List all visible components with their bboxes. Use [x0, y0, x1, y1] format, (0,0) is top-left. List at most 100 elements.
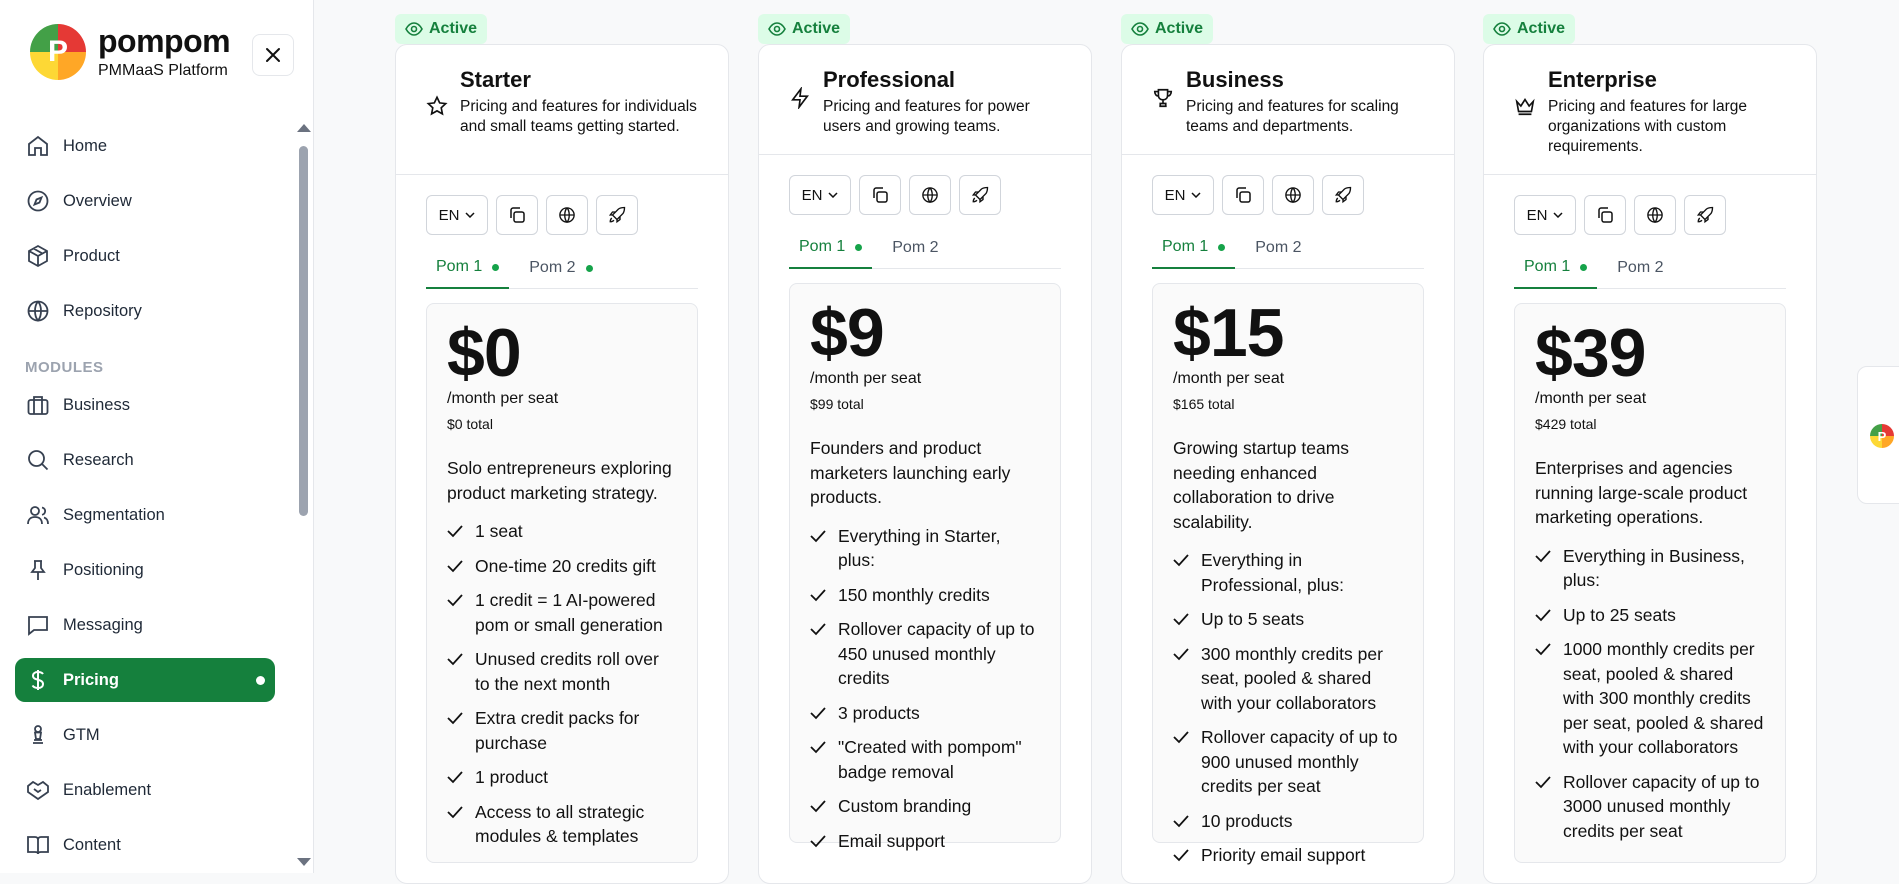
copy-button[interactable]: [496, 195, 538, 235]
feature-item: Up to 25 seats: [1535, 603, 1765, 628]
check-icon: [447, 771, 463, 784]
feature-item: Access to all strategic modules & templa…: [447, 800, 677, 849]
check-icon: [810, 800, 826, 813]
sidebar-scrollbar-thumb[interactable]: [299, 146, 308, 516]
price-total: $0 total: [447, 416, 493, 432]
launch-button[interactable]: [959, 175, 1001, 215]
sidebar-item-repository[interactable]: Repository: [15, 289, 275, 333]
language-select[interactable]: EN: [1152, 175, 1214, 215]
copy-button[interactable]: [859, 175, 901, 215]
globe-button[interactable]: [1634, 195, 1676, 235]
scroll-up-arrow[interactable]: [297, 124, 311, 132]
floating-assistant-tab[interactable]: P: [1857, 366, 1899, 504]
language-select[interactable]: EN: [426, 195, 488, 235]
tab-pom-2[interactable]: Pom 2: [882, 227, 948, 269]
rocket-icon: [1696, 206, 1714, 224]
plan-name: Enterprise: [1548, 67, 1657, 92]
trophy-icon: [1152, 87, 1174, 114]
globe-icon: [1647, 207, 1663, 224]
sidebar-item-gtm[interactable]: GTM: [15, 713, 275, 757]
copy-button[interactable]: [1584, 195, 1626, 235]
plan-price: $15: [1173, 295, 1284, 371]
launch-button[interactable]: [1322, 175, 1364, 215]
tab-pom-2[interactable]: Pom 2: [1245, 227, 1311, 269]
sidebar-item-home[interactable]: Home: [15, 124, 275, 168]
feature-item: 150 monthly credits: [810, 583, 1040, 608]
users-icon: [25, 502, 51, 528]
feature-item: 1 seat: [447, 519, 677, 544]
plan-description: Pricing and features for large organizat…: [1548, 98, 1748, 155]
pom-tabs: Pom 1 Pom 2: [1152, 227, 1424, 269]
sidebar-item-label: Home: [63, 136, 108, 155]
brand[interactable]: P pompom PMMaaS Platform: [30, 24, 231, 80]
sidebar-item-overview[interactable]: Overview: [15, 179, 275, 223]
tab-pom-1[interactable]: Pom 1: [1152, 227, 1236, 269]
globe-button[interactable]: [1272, 175, 1314, 215]
check-icon: [810, 741, 826, 754]
plan-header: Enterprise Pricing and features for larg…: [1484, 45, 1816, 175]
copy-icon: [510, 207, 525, 223]
check-icon: [447, 525, 463, 538]
sidebar-item-positioning[interactable]: Positioning: [15, 548, 275, 592]
price-period: /month per seat: [810, 370, 922, 387]
feature-item: "Created with pompom" badge removal: [810, 735, 1040, 784]
sidebar-item-pricing[interactable]: Pricing: [15, 658, 275, 702]
sidebar-item-product[interactable]: Product: [15, 234, 275, 278]
price-box: $9 /month per seat $99 total Founders an…: [789, 283, 1061, 851]
status-dot: [585, 264, 593, 272]
star-icon: [426, 95, 448, 122]
book-icon: [25, 832, 51, 858]
plan-name: Professional: [823, 67, 956, 92]
launch-button[interactable]: [596, 195, 638, 235]
copy-icon: [1598, 207, 1613, 223]
globe-button[interactable]: [909, 175, 951, 215]
feature-item: Everything in Business, plus:: [1535, 544, 1765, 593]
sidebar-item-messaging[interactable]: Messaging: [15, 603, 275, 647]
plan-price: $0: [447, 315, 522, 391]
tab-pom-2[interactable]: Pom 2: [1607, 247, 1673, 289]
home-icon: [25, 133, 51, 159]
rocket-icon: [1334, 186, 1352, 204]
language-select[interactable]: EN: [1514, 195, 1576, 235]
sidebar-item-enablement[interactable]: Enablement: [15, 768, 275, 812]
sidebar-item-research[interactable]: Research: [15, 438, 275, 482]
sidebar-item-label: Messaging: [63, 615, 143, 634]
plan-summary: Solo entrepreneurs exploring product mar…: [447, 458, 672, 503]
tab-pom-1[interactable]: Pom 1: [789, 227, 873, 269]
eye-icon: [768, 22, 786, 36]
price-period: /month per seat: [1535, 390, 1647, 407]
tab-pom-1[interactable]: Pom 1: [1514, 247, 1598, 289]
scroll-down-arrow[interactable]: [297, 858, 311, 866]
globe-icon: [559, 207, 575, 224]
sidebar-item-label: Enablement: [63, 780, 152, 799]
pom-tabs: Pom 1 Pom 2: [1514, 247, 1786, 289]
plan-card: Business Pricing and features for scalin…: [1121, 44, 1455, 884]
status-dot: [1218, 243, 1226, 251]
check-icon: [810, 529, 826, 542]
chevron-down-icon: [1191, 192, 1201, 198]
plan-card: Starter Pricing and features for individ…: [395, 44, 729, 884]
tab-pom-1[interactable]: Pom 1: [426, 247, 510, 289]
rocket-icon: [971, 186, 989, 204]
copy-button[interactable]: [1222, 175, 1264, 215]
check-icon: [810, 834, 826, 847]
sidebar-item-business[interactable]: Business: [15, 383, 275, 427]
close-sidebar-button[interactable]: [252, 34, 294, 76]
language-select[interactable]: EN: [789, 175, 851, 215]
feature-item: 1 credit = 1 AI-powered pom or small gen…: [447, 588, 677, 637]
launch-button[interactable]: [1684, 195, 1726, 235]
feature-list: Everything in Professional, plus: Up to …: [1173, 548, 1403, 868]
check-icon: [447, 559, 463, 572]
sidebar-item-content[interactable]: Content: [15, 823, 275, 867]
plan-header: Business Pricing and features for scalin…: [1122, 45, 1454, 155]
sidebar-item-segmentation[interactable]: Segmentation: [15, 493, 275, 537]
globe-button[interactable]: [546, 195, 588, 235]
tab-pom-2[interactable]: Pom 2: [519, 247, 602, 289]
feature-item: Rollover capacity of up to 450 unused mo…: [810, 617, 1040, 691]
brand-subtitle: PMMaaS Platform: [98, 62, 228, 79]
feature-item: Unused credits roll over to the next mon…: [447, 647, 677, 696]
globe-icon: [1285, 187, 1301, 204]
active-indicator-dot: [256, 675, 265, 685]
status-badge: Active: [1483, 14, 1576, 44]
plan-description: Pricing and features for power users and…: [823, 98, 1030, 135]
